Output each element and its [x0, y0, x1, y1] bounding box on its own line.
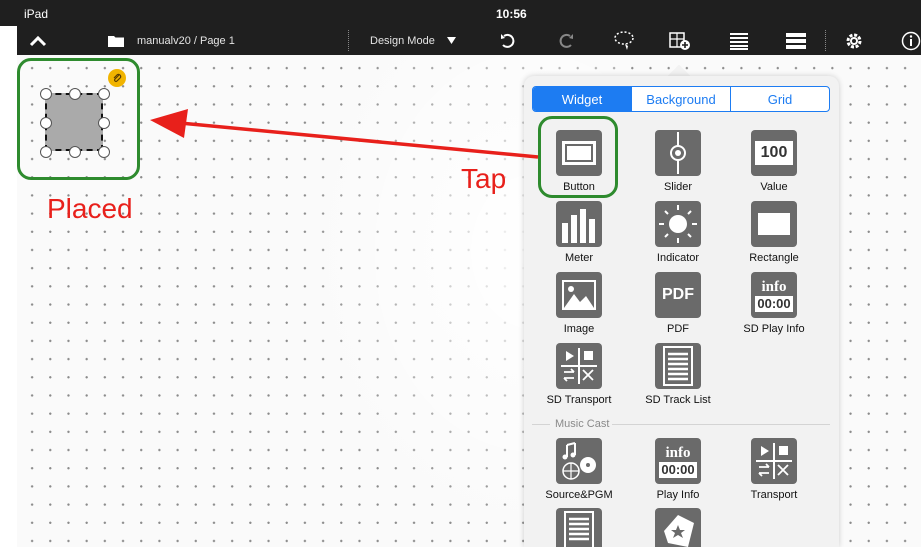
popover-tabs: Widget Background Grid	[532, 86, 830, 112]
button-highlight	[538, 116, 618, 198]
widget-label: SD Play Info	[743, 323, 805, 335]
widget-label: Transport	[750, 489, 798, 501]
resize-handle[interactable]	[98, 146, 110, 158]
status-bar: iPad 10:56	[0, 0, 921, 26]
toolbar-divider	[348, 30, 350, 51]
add-widget-button[interactable]	[668, 26, 692, 55]
resize-handle[interactable]	[98, 88, 110, 100]
widget-image[interactable]: Image	[533, 272, 623, 342]
toolbar-divider	[825, 30, 827, 51]
image-icon	[556, 272, 602, 318]
widget-label: Slider	[663, 181, 693, 193]
widget-favorite-partial[interactable]	[632, 508, 722, 547]
settings-button[interactable]	[842, 26, 866, 55]
undo-button[interactable]	[497, 26, 519, 55]
rectangle-icon	[751, 201, 797, 247]
transport-icon	[751, 438, 797, 484]
widget-label: Play Info	[656, 489, 700, 501]
widget-label: Indicator	[656, 252, 700, 264]
resize-handle[interactable]	[40, 88, 52, 100]
list-widget-icon	[556, 508, 602, 547]
widget-label: Image	[563, 323, 595, 335]
widget-meter[interactable]: Meter	[533, 201, 623, 271]
sd-track-list-icon	[655, 343, 701, 389]
widget-sd-transport[interactable]: SD Transport	[533, 343, 623, 413]
tab-widget[interactable]: Widget	[533, 87, 631, 111]
indicator-icon	[655, 201, 701, 247]
meter-icon	[556, 201, 602, 247]
dropdown-caret-icon	[446, 37, 456, 44]
widget-indicator[interactable]: Indicator	[632, 201, 722, 271]
folder-button[interactable]	[107, 26, 125, 55]
pdf-icon-text: PDF	[662, 286, 694, 303]
tab-grid[interactable]: Grid	[730, 87, 829, 111]
value-icon: 100	[751, 130, 797, 176]
widget-pdf[interactable]: PDF PDF	[632, 272, 722, 342]
placed-button-widget[interactable]	[45, 93, 103, 151]
folder-icon	[108, 36, 124, 47]
redo-icon	[559, 33, 573, 48]
toolbar: manualv20 / Page 1 Design Mode	[17, 26, 921, 55]
widget-label: SD Transport	[546, 394, 612, 406]
star-tag-icon	[655, 508, 701, 547]
resize-handle[interactable]	[40, 146, 52, 158]
mode-label: Design Mode	[370, 34, 435, 47]
page-path[interactable]: manualv20 / Page 1	[137, 26, 235, 55]
collapse-button[interactable]	[25, 26, 51, 55]
layers-button[interactable]	[784, 26, 808, 55]
chevron-up-icon	[29, 35, 47, 46]
list-icon	[730, 32, 748, 50]
widget-value[interactable]: 100 Value	[728, 130, 818, 200]
device-name: iPad	[24, 7, 49, 21]
widget-slider[interactable]: Slider	[632, 130, 722, 200]
widget-label: Value	[760, 181, 788, 193]
redo-button[interactable]	[555, 26, 577, 55]
add-widget-icon	[669, 31, 690, 50]
widget-label: Rectangle	[749, 252, 799, 264]
widget-play-info[interactable]: info 00:00 Play Info	[632, 438, 722, 508]
play-info-icon: info 00:00	[655, 438, 701, 484]
section-title: Music Cast	[555, 418, 610, 430]
section-divider	[532, 424, 550, 425]
widget-source-pgm[interactable]: Source&PGM	[533, 438, 623, 508]
section-divider	[612, 424, 830, 425]
undo-icon	[501, 33, 515, 48]
widget-rectangle[interactable]: Rectangle	[728, 201, 818, 271]
lasso-button[interactable]	[612, 26, 636, 55]
widget-list-partial[interactable]	[533, 508, 623, 547]
resize-handle[interactable]	[40, 117, 52, 129]
placed-annotation: Placed	[47, 193, 133, 224]
widget-label: SD Track List	[645, 394, 711, 406]
resize-handle[interactable]	[98, 117, 110, 129]
link-badge[interactable]	[108, 69, 126, 87]
widget-sd-play-info[interactable]: info 00:00 SD Play Info	[728, 272, 818, 342]
clock: 10:56	[496, 7, 527, 21]
widget-sd-track-list[interactable]: SD Track List	[632, 343, 722, 413]
source-pgm-icon	[556, 438, 602, 484]
slider-icon	[655, 130, 701, 176]
sd-transport-icon	[556, 343, 602, 389]
paperclip-icon	[113, 73, 121, 82]
sd-play-info-icon: info 00:00	[751, 272, 797, 318]
tap-annotation: Tap	[461, 163, 507, 194]
lasso-icon	[614, 30, 634, 50]
widget-label: Source&PGM	[545, 489, 613, 501]
info-button[interactable]	[899, 26, 921, 55]
gear-icon	[846, 33, 862, 48]
resize-handle[interactable]	[69, 146, 81, 158]
layers-icon	[786, 32, 806, 49]
widget-label: PDF	[667, 323, 689, 335]
mode-selector[interactable]: Design Mode	[370, 26, 456, 55]
widget-label: Meter	[564, 252, 594, 264]
value-icon-text: 100	[755, 141, 793, 165]
tab-background[interactable]: Background	[631, 87, 730, 111]
list-button[interactable]	[727, 26, 751, 55]
info-icon	[901, 31, 921, 50]
resize-handle[interactable]	[69, 88, 81, 100]
pdf-icon: PDF	[655, 272, 701, 318]
widget-transport[interactable]: Transport	[728, 438, 818, 508]
